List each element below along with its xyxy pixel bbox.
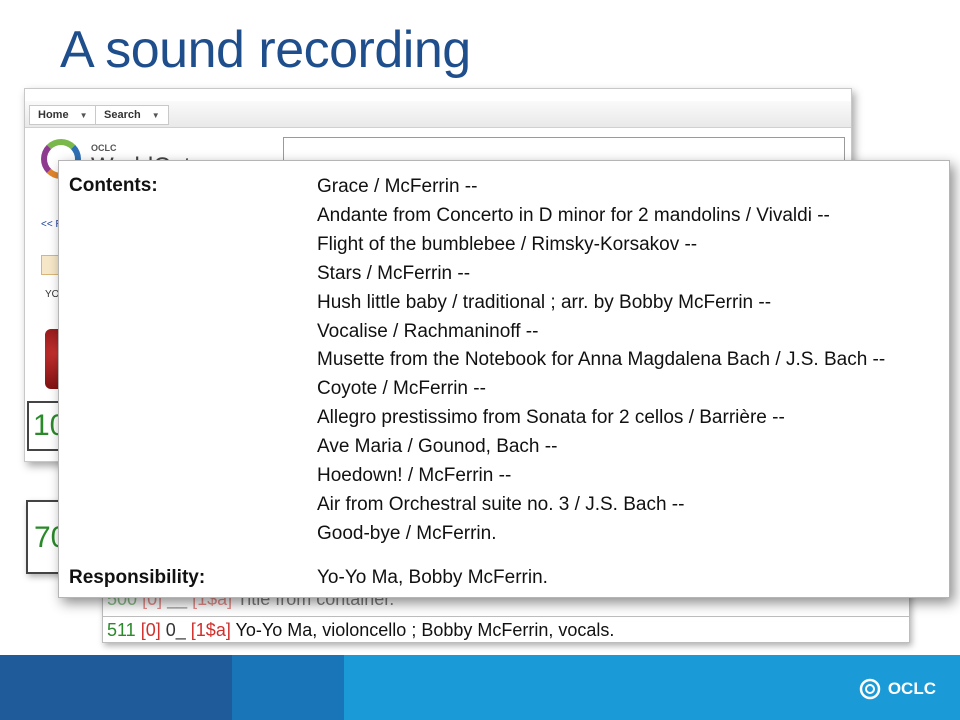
contents-item: Hush little baby / traditional ; arr. by… [317, 291, 772, 313]
contents-list: Grace / McFerrin -- Andante from Concert… [317, 173, 885, 549]
chevron-down-icon[interactable]: ▼ [80, 111, 88, 120]
search-nav-button[interactable]: Search ▼ [95, 105, 169, 125]
contents-item: Vocalise / Rachmaninoff -- [317, 320, 539, 342]
marc-subfield: [1$a] [190, 620, 231, 640]
footer-segment-dark [0, 655, 232, 720]
home-nav-button[interactable]: Home ▼ [29, 105, 97, 125]
chevron-down-icon[interactable]: ▼ [152, 111, 160, 120]
contents-item: Ave Maria / Gounod, Bach -- [317, 436, 558, 458]
nav-bar: Home ▼ Search ▼ [25, 101, 851, 128]
marc-indicators: 0_ [165, 620, 186, 640]
contents-item: Stars / McFerrin -- [317, 262, 471, 284]
contents-item: Grace / McFerrin -- [317, 176, 478, 197]
contents-item: Flight of the bumblebee / Rimsky-Korsako… [317, 233, 698, 255]
logo-small-text: OCLC [91, 143, 117, 153]
responsibility-value: Yo-Yo Ma, Bobby McFerrin. [317, 567, 548, 588]
slide-title: A sound recording [60, 21, 471, 79]
contents-item: Musette from the Notebook for Anna Magda… [317, 349, 886, 371]
contents-item: Coyote / McFerrin -- [317, 378, 486, 400]
contents-item: Allegro prestissimo from Sonata for 2 ce… [317, 407, 785, 429]
contents-item: Hoedown! / McFerrin -- [317, 465, 512, 487]
contents-item: Andante from Concerto in D minor for 2 m… [317, 204, 830, 226]
marc-value: Yo-Yo Ma, violoncello ; Bobby McFerrin, … [235, 620, 615, 640]
home-nav-label: Home [38, 109, 69, 121]
marc-tag: 511 [107, 620, 136, 640]
marc-indicator-num: [0] [140, 620, 161, 640]
marc-line-511: 511 [0] 0_ [1$a] Yo-Yo Ma, violoncello ;… [103, 616, 909, 642]
contents-item: Good-bye / McFerrin. [317, 522, 497, 544]
contents-label: Contents: [69, 175, 158, 196]
search-nav-label: Search [104, 109, 141, 121]
contents-item: Air from Orchestral suite no. 3 / J.S. B… [317, 493, 685, 515]
contents-popup: Contents: Grace / McFerrin -- Andante fr… [58, 160, 950, 598]
footer-band: OCLC [0, 655, 960, 720]
footer-brand-text: OCLC [887, 679, 936, 698]
oclc-logo-icon [859, 678, 881, 700]
footer-segment-mid [232, 655, 344, 720]
footer-oclc-logo: OCLC [858, 677, 936, 701]
responsibility-label: Responsibility: [69, 567, 206, 588]
